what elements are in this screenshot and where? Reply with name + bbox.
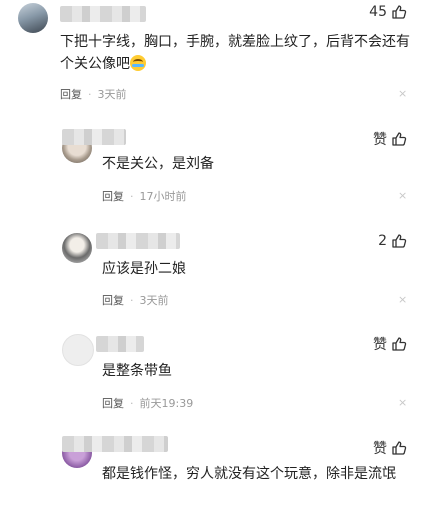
comment-text: 是整条带鱼 <box>102 363 172 379</box>
username-blurred[interactable] <box>62 129 126 145</box>
comment-meta: 回复 · 前天19:39 <box>102 395 193 411</box>
avatar[interactable] <box>62 334 94 366</box>
like-button[interactable]: 赞 <box>373 438 407 458</box>
username-blurred[interactable] <box>60 6 146 22</box>
close-icon[interactable]: × <box>398 396 407 409</box>
like-button[interactable]: 2 <box>378 233 407 249</box>
reply-button[interactable]: 回复 <box>102 292 124 308</box>
username-blurred[interactable] <box>96 233 180 249</box>
timestamp: 3天前 <box>97 88 127 101</box>
thumbs-up-icon <box>392 337 407 351</box>
close-icon[interactable]: × <box>398 189 407 202</box>
comment-item: 2 应该是孙二娘 回复 · 3天前 × <box>0 227 433 317</box>
comment-meta: 回复 · 17小时前 <box>102 188 187 204</box>
timestamp: 前天19:39 <box>139 397 194 410</box>
comment-text-body: 下把十字线，胸口，手腕，就差脸上纹了，后背不会还有个关公像吧 <box>60 34 410 72</box>
comment-text: 下把十字线，胸口，手腕，就差脸上纹了，后背不会还有个关公像吧 <box>60 31 410 75</box>
thumbs-up-icon <box>392 234 407 248</box>
avatar[interactable] <box>62 233 92 263</box>
comment-item: 赞 都是钱作怪，穷人就没有这个玩意，除非是流氓 <box>0 432 433 512</box>
avatar[interactable] <box>18 3 48 33</box>
comment-meta: 回复 · 3天前 <box>102 292 169 308</box>
like-button[interactable]: 赞 <box>373 129 407 149</box>
username-blurred[interactable] <box>62 436 168 452</box>
separator-dot: · <box>130 189 134 203</box>
thumbs-up-icon <box>392 5 407 19</box>
close-icon[interactable]: × <box>398 293 407 306</box>
like-count: 赞 <box>373 337 387 353</box>
comment-text: 不是关公，是刘备 <box>102 156 214 172</box>
comment-text: 应该是孙二娘 <box>102 261 186 277</box>
separator-dot: · <box>130 293 134 307</box>
thumbs-up-icon <box>392 132 407 146</box>
separator-dot: · <box>130 396 134 410</box>
username-blurred[interactable] <box>96 336 144 352</box>
timestamp: 3天前 <box>139 294 169 307</box>
timestamp: 17小时前 <box>139 190 187 203</box>
comment-text: 都是钱作怪，穷人就没有这个玩意，除非是流氓 <box>102 466 396 482</box>
like-count: 2 <box>378 233 387 249</box>
like-count: 赞 <box>373 132 387 148</box>
separator-dot: · <box>88 87 92 101</box>
reply-button[interactable]: 回复 <box>102 395 124 411</box>
comment-meta: 回复 · 3天前 <box>60 86 127 102</box>
comment-item: 赞 是整条带鱼 回复 · 前天19:39 × <box>0 328 433 423</box>
thumbs-up-icon <box>392 441 407 455</box>
comment-item: 45 下把十字线，胸口，手腕，就差脸上纹了，后背不会还有个关公像吧 回复 · 3… <box>0 0 433 112</box>
like-button[interactable]: 45 <box>369 4 407 20</box>
crying-laughing-emoji-icon <box>130 55 146 71</box>
like-count: 赞 <box>373 441 387 457</box>
like-button[interactable]: 赞 <box>373 334 407 354</box>
reply-button[interactable]: 回复 <box>60 86 82 102</box>
like-count: 45 <box>369 4 387 20</box>
comment-item: 赞 不是关公，是刘备 回复 · 17小时前 × <box>0 125 433 215</box>
reply-button[interactable]: 回复 <box>102 188 124 204</box>
close-icon[interactable]: × <box>398 87 407 100</box>
